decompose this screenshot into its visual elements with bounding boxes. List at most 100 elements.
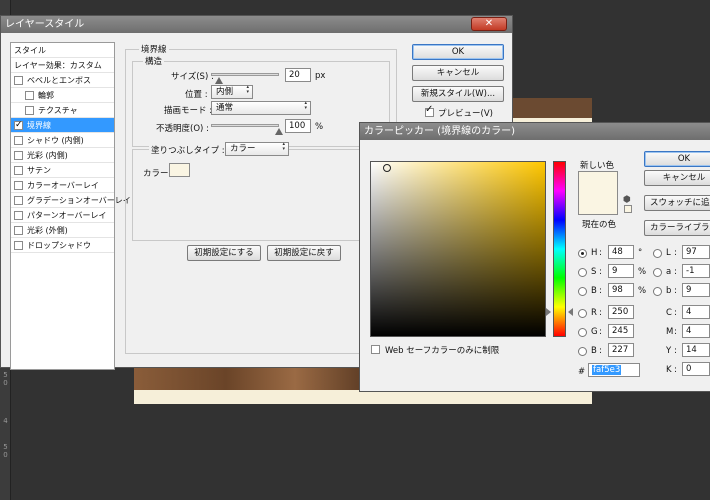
style-item-satin[interactable]: サテン xyxy=(11,163,114,178)
style-item-stroke[interactable]: 境界線 xyxy=(11,118,114,133)
b-rgb-input[interactable]: 227 xyxy=(608,343,634,357)
l-input[interactable]: 97 xyxy=(682,245,710,259)
ok-button[interactable]: OK xyxy=(412,44,504,60)
checkbox[interactable] xyxy=(14,196,23,205)
add-to-swatches-button[interactable]: スウォッチに追加 xyxy=(644,195,710,211)
m-label: M xyxy=(666,327,674,337)
checkbox-checked[interactable] xyxy=(14,118,23,133)
fill-type-select[interactable]: カラー xyxy=(225,142,289,156)
layer-style-titlebar[interactable]: レイヤースタイル ✕ xyxy=(1,16,512,33)
cancel-button[interactable]: キャンセル xyxy=(412,65,504,81)
b-label: B xyxy=(591,286,597,296)
size-input[interactable]: 20 xyxy=(285,68,311,82)
style-item-label: ベベルとエンボス xyxy=(27,76,91,85)
opacity-input[interactable]: 100 xyxy=(285,119,311,133)
y-input[interactable]: 14 xyxy=(682,343,710,357)
current-color-swatch[interactable] xyxy=(578,193,618,215)
checkbox[interactable] xyxy=(14,76,23,85)
radio-b[interactable] xyxy=(578,287,587,296)
style-item-contour[interactable]: 輪郭 xyxy=(11,88,114,103)
web-only-toggle[interactable]: Web セーフカラーのみに制限 xyxy=(371,344,541,356)
colon: : xyxy=(599,267,602,277)
blending-options-item[interactable]: レイヤー効果：カスタム xyxy=(11,58,114,73)
s-unit: % xyxy=(638,267,647,277)
slider-thumb[interactable] xyxy=(275,128,283,135)
hex-label: # xyxy=(578,367,586,377)
b-lab-input[interactable]: 9 xyxy=(682,283,710,297)
style-item-color-overlay[interactable]: カラーオーバーレイ xyxy=(11,178,114,193)
blend-mode-select[interactable]: 通常 xyxy=(211,101,311,115)
color-libraries-button[interactable]: カラーライブラリ xyxy=(644,220,710,236)
radio-b-lab[interactable] xyxy=(653,287,662,296)
radio-g[interactable] xyxy=(578,328,587,337)
style-item-inner-shadow[interactable]: シャドウ (内側) xyxy=(11,133,114,148)
checkbox[interactable] xyxy=(14,166,23,175)
hue-arrow-right[interactable] xyxy=(568,308,573,316)
s-input[interactable]: 9 xyxy=(608,264,634,278)
checkbox[interactable] xyxy=(25,106,34,115)
position-select[interactable]: 内側 xyxy=(211,85,253,99)
c-input[interactable]: 4 xyxy=(682,305,710,319)
g-input[interactable]: 245 xyxy=(608,324,634,338)
a-input[interactable]: -1 xyxy=(682,264,710,278)
color-picker-titlebar[interactable]: カラーピッカー (境界線のカラー) xyxy=(360,123,710,140)
color-picker-dialog: カラーピッカー (境界線のカラー) 新しい色 現在の色 ⬢ OK キャンセル ス… xyxy=(359,122,710,392)
opacity-label: 不透明度(O) : xyxy=(156,124,209,134)
size-slider[interactable] xyxy=(211,73,279,85)
radio-b-rgb[interactable] xyxy=(578,347,587,356)
style-item-drop-shadow[interactable]: ドロップシャドウ xyxy=(11,238,114,253)
dialog-title: レイヤースタイル xyxy=(5,19,85,30)
preview-toggle[interactable]: ✓ プレビュー(V) xyxy=(425,104,505,119)
b-input[interactable]: 98 xyxy=(608,283,634,297)
checkbox[interactable] xyxy=(14,226,23,235)
picker-cancel-button[interactable]: キャンセル xyxy=(644,170,710,186)
color-field-marker[interactable] xyxy=(383,164,391,172)
set-default-button[interactable]: 初期設定にする xyxy=(187,245,261,261)
checkbox[interactable] xyxy=(14,136,23,145)
radio-a[interactable] xyxy=(653,268,662,277)
slider-thumb[interactable] xyxy=(215,77,224,84)
colon: : xyxy=(674,248,677,258)
color-field[interactable] xyxy=(370,161,546,337)
web-only-checkbox[interactable] xyxy=(371,345,380,354)
position-label: 位置 : xyxy=(185,90,208,100)
h-input[interactable]: 48 xyxy=(608,245,634,259)
y-label: Y xyxy=(666,346,672,356)
fill-type-value: カラー xyxy=(230,144,256,154)
reset-default-button[interactable]: 初期設定に戻す xyxy=(267,245,341,261)
stroke-color-swatch[interactable] xyxy=(169,163,190,177)
close-button[interactable]: ✕ xyxy=(471,17,507,31)
cube-icon[interactable]: ⬢ xyxy=(623,195,631,205)
radio-l[interactable] xyxy=(653,249,662,258)
style-item-label: テクスチャ xyxy=(38,106,78,115)
colon: : xyxy=(674,308,677,318)
radio-h[interactable] xyxy=(578,249,587,258)
checkbox[interactable] xyxy=(14,181,23,190)
websafe-swatch[interactable] xyxy=(624,205,632,213)
checkbox[interactable] xyxy=(25,91,34,100)
styles-header[interactable]: スタイル xyxy=(11,43,114,58)
blend-mode-value: 通常 xyxy=(216,103,234,113)
new-style-button[interactable]: 新規スタイル(W)... xyxy=(412,86,504,102)
opacity-slider[interactable] xyxy=(211,124,283,136)
l-label: L xyxy=(666,248,671,258)
hex-input[interactable]: faf5e3 xyxy=(588,363,640,377)
picker-ok-button[interactable]: OK xyxy=(644,151,710,167)
style-item-texture[interactable]: テクスチャ xyxy=(11,103,114,118)
style-item-inner-glow[interactable]: 光彩 (内側) xyxy=(11,148,114,163)
colon: : xyxy=(674,327,677,337)
style-item-pattern-overlay[interactable]: パターンオーバーレイ xyxy=(11,208,114,223)
style-item-bevel[interactable]: ベベルとエンボス xyxy=(11,73,114,88)
checkbox[interactable] xyxy=(14,151,23,160)
hue-arrow-left[interactable] xyxy=(546,308,551,316)
radio-s[interactable] xyxy=(578,268,587,277)
checkbox[interactable] xyxy=(14,241,23,250)
checkbox[interactable] xyxy=(14,211,23,220)
style-item-gradient-overlay[interactable]: グラデーションオーバーレイ xyxy=(11,193,131,208)
hue-slider[interactable] xyxy=(553,161,566,337)
style-item-outer-glow[interactable]: 光彩 (外側) xyxy=(11,223,114,238)
k-input[interactable]: 0 xyxy=(682,362,710,376)
r-input[interactable]: 250 xyxy=(608,305,634,319)
radio-r[interactable] xyxy=(578,309,587,318)
m-input[interactable]: 4 xyxy=(682,324,710,338)
